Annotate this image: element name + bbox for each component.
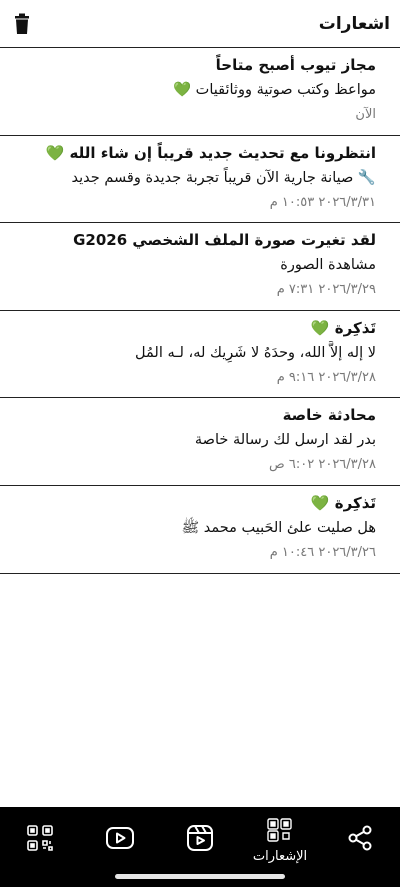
notification-body: مشاهدة الصورة [280, 257, 376, 274]
notification-date: ٢٠٢٦/٣/٢٨ ٩:١٦ م [276, 369, 376, 385]
notification-item[interactable]: تَذكِرة 💚 هل صليت علئ الحَبيب محمد ﷺ ٢٠٢… [0, 486, 400, 574]
top-bar: اشعارات [0, 0, 400, 48]
notification-date: ٢٠٢٦/٣/٣١ ١٠:٥٣ م [269, 194, 376, 210]
notifications-icon [266, 817, 294, 847]
notification-body: مواعظ وكتب صوتية ووثائقيات 💚 [173, 82, 376, 98]
notification-title: انتظرونا مع تحديث جديد قريباً إن شاء الل… [45, 143, 376, 162]
home-indicator [115, 874, 285, 879]
notification-list: مجاز تيوب أصبح متاحاً مواعظ وكتب صوتية و… [0, 48, 400, 574]
notification-title: تَذكِرة 💚 [310, 493, 376, 512]
trash-icon[interactable] [10, 12, 34, 36]
page-title: اشعارات [318, 13, 390, 34]
bottom-navigation: الإشعارات [0, 807, 400, 887]
tab-videos[interactable] [85, 807, 155, 873]
notification-body: لا إله إلاَّ الله، وحدَهُ لا شَرِيك له، … [135, 344, 376, 361]
share-icon [346, 824, 374, 856]
notification-title: مجاز تيوب أصبح متاحاً [215, 56, 376, 74]
tab-share[interactable] [325, 807, 395, 873]
tab-reels[interactable] [165, 807, 235, 873]
tab-notifications-label: الإشعارات [252, 848, 308, 864]
notification-date: ٢٠٢٦/٣/٢٨ ٦:٠٢ ص [269, 457, 376, 473]
notification-body: 🔧 صيانة جارية الآن قريباً تجربة جديدة وق… [71, 169, 376, 186]
notification-item[interactable]: انتظرونا مع تحديث جديد قريباً إن شاء الل… [0, 136, 400, 224]
notification-date: ٢٠٢٦/٣/٢٩ ٧:٣١ م [276, 282, 376, 298]
video-play-icon [105, 825, 135, 855]
qr-grid-icon [25, 823, 55, 857]
notification-title: تَذكِرة 💚 [310, 318, 376, 337]
tab-qr[interactable] [5, 807, 75, 873]
film-play-icon [186, 824, 214, 856]
tab-notifications[interactable]: الإشعارات [245, 807, 315, 873]
notification-date: ٢٠٢٦/٣/٢٦ ١٠:٤٦ م [269, 544, 376, 560]
notification-item[interactable]: مجاز تيوب أصبح متاحاً مواعظ وكتب صوتية و… [0, 48, 400, 136]
notification-title: محادثة خاصة [282, 406, 376, 425]
notification-item[interactable]: لقد تغيرت صورة الملف الشخصي G2026 مشاهدة… [0, 223, 400, 311]
notification-date: الآن [355, 107, 376, 122]
notification-title: لقد تغيرت صورة الملف الشخصي G2026 [73, 231, 376, 250]
notification-item[interactable]: تَذكِرة 💚 لا إله إلاَّ الله، وحدَهُ لا ش… [0, 311, 400, 399]
notification-body: هل صليت علئ الحَبيب محمد ﷺ [181, 519, 376, 536]
notification-body: بدر لقد ارسل لك رسالة خاصة [194, 432, 376, 449]
notification-item[interactable]: محادثة خاصة بدر لقد ارسل لك رسالة خاصة ٢… [0, 398, 400, 486]
